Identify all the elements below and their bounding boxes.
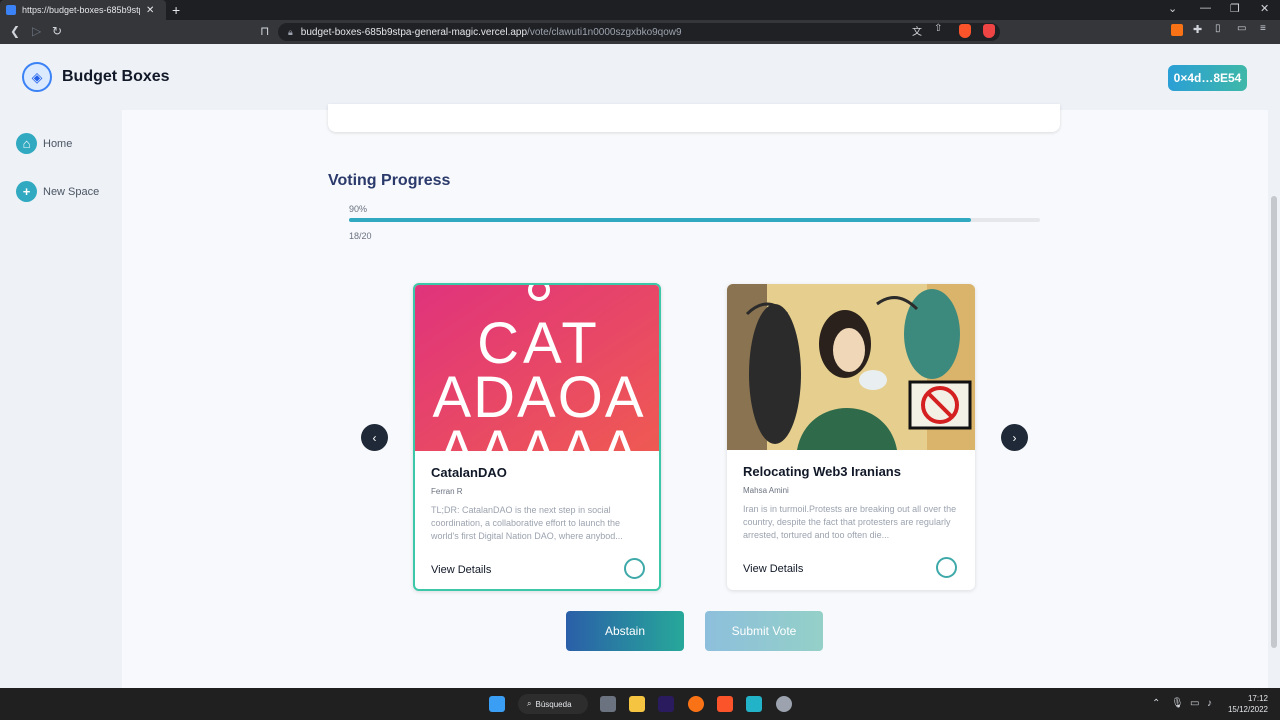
card-title: Relocating Web3 Iranians [743, 464, 901, 479]
budget-boxes-logo-icon[interactable]: ◈ [22, 62, 52, 92]
carousel-next-button[interactable]: › [1001, 424, 1028, 451]
catalandao-image-text-3: AAAAA [437, 419, 640, 451]
url-path: /vote/clawuti1n0000szgxbko9qow9 [527, 26, 682, 38]
forward-icon[interactable]: ▷ [32, 24, 41, 38]
sidebar: ⌂ Home + New Space [0, 110, 122, 688]
progress-bar [349, 218, 1040, 222]
network-icon[interactable]: ▭ [1190, 698, 1199, 709]
bookmark-icon[interactable]: ⊓ [260, 24, 269, 38]
address-bar[interactable]: 🔒︎ budget-boxes-685b9stpa-general-magic.… [278, 23, 1000, 41]
app-header: ◈ Budget Boxes 0×4d…8E54 [0, 44, 1280, 110]
tab-title: https://budget-boxes-685b9stpa [22, 5, 140, 15]
app-title: Budget Boxes [62, 68, 170, 85]
close-window-icon[interactable]: ✕ [1260, 2, 1269, 15]
main-content: Voting Progress 90% 18/20 ‹ › CAT ADAOA [122, 104, 1268, 688]
plus-icon: + [16, 181, 37, 202]
volume-icon[interactable]: ♪ [1207, 698, 1212, 709]
card-description: Iran is in turmoil.Protests are breaking… [743, 504, 957, 540]
browser-tab[interactable]: https://budget-boxes-685b9stpa ✕ [0, 0, 166, 20]
chevron-left-icon: ‹ [372, 430, 377, 445]
task-view-icon[interactable] [600, 696, 616, 712]
protest-illustration-image [727, 284, 975, 450]
clock-date: 15/12/2022 [1227, 705, 1268, 714]
app-icon[interactable] [776, 696, 792, 712]
carousel-prev-button[interactable]: ‹ [361, 424, 388, 451]
tab-close-icon[interactable]: ✕ [146, 5, 154, 16]
catalandao-image: CAT ADAOA AAAAA [415, 285, 659, 451]
vote-count: 18/20 [349, 231, 372, 241]
translate-icon[interactable]: 文 [912, 23, 922, 38]
sidebar-item-home[interactable]: ⌂ Home [16, 133, 72, 154]
tray-chevron-icon[interactable]: ⌃ [1152, 698, 1160, 709]
page-scrollbar[interactable] [1268, 110, 1280, 688]
share-icon[interactable]: ⇧ [934, 23, 942, 34]
menu-icon[interactable]: ≡ [1260, 23, 1266, 34]
tab-favicon-icon [6, 5, 16, 15]
wallet-address-button[interactable]: 0×4d…8E54 [1168, 65, 1247, 91]
proposal-card-catalandao[interactable]: CAT ADAOA AAAAA CatalanDAO Ferran R TL;D… [413, 283, 661, 591]
brave-shield-icon[interactable] [959, 24, 971, 38]
progress-percent: 90% [349, 204, 368, 214]
windows-start-icon[interactable] [489, 696, 505, 712]
url-host: budget-boxes-685b9stpa-general-magic.ver… [300, 26, 528, 38]
new-tab-icon[interactable]: + [172, 2, 180, 18]
sidebar-item-label: New Space [43, 185, 100, 198]
view-details-link[interactable]: View Details [431, 564, 491, 576]
brave-browser-icon[interactable] [717, 696, 733, 712]
back-icon[interactable]: ❮ [10, 24, 20, 38]
sidebar-item-new-space[interactable]: + New Space [16, 181, 99, 202]
reload-icon[interactable]: ↻ [52, 24, 62, 38]
extensions-icon[interactable]: ✚ [1193, 23, 1202, 36]
card-title: CatalanDAO [431, 465, 507, 480]
submit-vote-button[interactable]: Submit Vote [705, 611, 823, 651]
card-author: Ferran R [431, 487, 463, 496]
search-icon: ⌕ [527, 699, 532, 708]
tab-search-icon[interactable]: ⌄ [1168, 2, 1177, 15]
select-radio[interactable] [624, 558, 645, 579]
taskbar-search[interactable]: ⌕ Búsqueda [518, 694, 588, 714]
file-explorer-icon[interactable] [629, 696, 645, 712]
wallet-icon[interactable]: ▭ [1237, 23, 1246, 34]
view-details-link[interactable]: View Details [743, 563, 803, 575]
home-icon: ⌂ [16, 133, 37, 154]
scrollbar-thumb[interactable] [1271, 196, 1277, 648]
clock-time: 17:12 [1247, 694, 1268, 703]
brave-rewards-icon[interactable] [983, 24, 995, 38]
firefox-icon[interactable] [688, 696, 704, 712]
notepad-icon[interactable] [746, 696, 762, 712]
sidebar-toggle-icon[interactable]: ▯ [1215, 23, 1221, 34]
proposal-card-relocating-web3-iranians[interactable]: Relocating Web3 Iranians Mahsa Amini Ira… [727, 284, 975, 590]
card-description: TL;DR: CatalanDAO is the next step in so… [431, 505, 623, 541]
windows-taskbar: ⌕ Búsqueda ⌃ 🎙︎ ▭ ♪ 17:12 15/12/2022 [0, 688, 1280, 720]
browser-tab-bar: https://budget-boxes-685b9stpa ✕ + ⌄ — ❐… [0, 0, 1280, 20]
maximize-icon[interactable]: ❐ [1230, 2, 1240, 15]
card-author: Mahsa Amini [743, 486, 789, 495]
minimize-icon[interactable]: — [1200, 2, 1211, 14]
voting-progress-title: Voting Progress [328, 172, 451, 189]
taskbar-clock[interactable]: 17:12 15/12/2022 [1224, 693, 1268, 715]
browser-toolbar: ❮ ▷ ↻ ⊓ 🔒︎ budget-boxes-685b9stpa-genera… [0, 20, 1280, 44]
select-radio[interactable] [936, 557, 957, 578]
premiere-pro-icon[interactable] [658, 696, 674, 712]
abstain-button[interactable]: Abstain [566, 611, 684, 651]
metamask-icon[interactable] [1171, 24, 1183, 36]
progress-bar-fill [349, 218, 971, 222]
lock-icon: 🔒︎ [288, 26, 293, 37]
sidebar-item-label: Home [43, 137, 73, 150]
microphone-icon[interactable]: 🎙︎ [1171, 698, 1184, 709]
proposal-info-card [328, 104, 1060, 132]
taskbar-search-label: Búsqueda [535, 699, 572, 709]
chevron-right-icon: › [1012, 430, 1017, 445]
